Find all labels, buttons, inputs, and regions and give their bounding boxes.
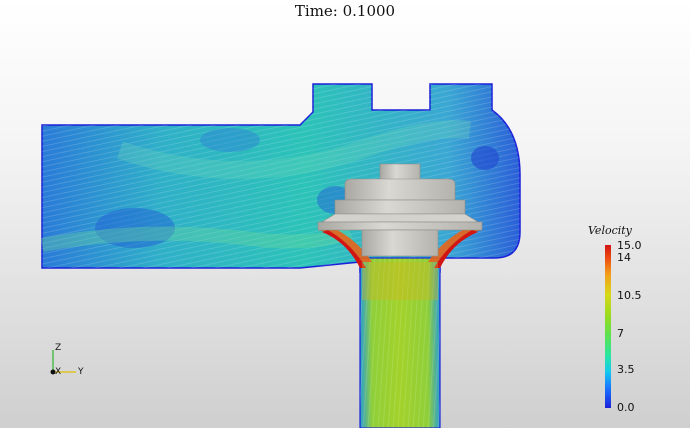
colorbar-tick: 10.5 bbox=[617, 289, 642, 302]
axis-x-label: X bbox=[55, 367, 62, 377]
colorbar-tick: 15.0 bbox=[617, 239, 642, 252]
axis-z-label: Z bbox=[55, 343, 62, 353]
colorbar-title: Velocity bbox=[588, 224, 632, 237]
colorbar-tick: 0.0 bbox=[617, 401, 635, 414]
velocity-legend: Velocity 15.0 14 10.5 7 3.5 0.0 bbox=[580, 224, 650, 414]
colorbar-tick: 7 bbox=[617, 327, 624, 340]
axes-triad: Z X Y bbox=[42, 340, 92, 385]
colorbar-tick: 14 bbox=[617, 251, 631, 264]
colorbar-tick: 3.5 bbox=[617, 363, 635, 376]
axis-y-label: Y bbox=[78, 367, 84, 377]
colorbar-gradient bbox=[605, 245, 611, 408]
